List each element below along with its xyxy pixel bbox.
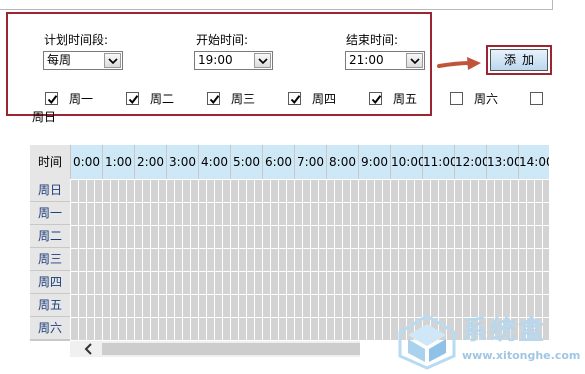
- hour-header: 5:00: [231, 145, 262, 179]
- end-time-value: 21:00: [349, 53, 384, 67]
- hour-header: 14:00: [519, 145, 549, 179]
- arrow-right-icon: [437, 57, 481, 70]
- grid-row-label: 周日: [30, 179, 70, 201]
- checkbox-box[interactable]: [45, 92, 58, 105]
- hour-header: 4:00: [199, 145, 230, 179]
- hour-header: 1:00: [103, 145, 134, 179]
- grid-row-label: 周一: [30, 202, 70, 224]
- hour-header: 10:00: [391, 145, 426, 179]
- hour-header: 9:00: [359, 145, 390, 179]
- grid-row-label: 周四: [30, 271, 70, 293]
- hour-header: 12:00: [455, 145, 490, 179]
- day-label: 周二: [150, 92, 175, 106]
- scrollbar-thumb[interactable]: [102, 343, 360, 355]
- hour-header: 0:00: [71, 145, 102, 179]
- start-time-label: 开始时间:: [196, 33, 249, 47]
- chevron-down-icon: [258, 58, 268, 65]
- add-button[interactable]: 添加: [490, 49, 548, 71]
- checkbox-box[interactable]: [207, 92, 220, 105]
- hour-header: 8:00: [327, 145, 358, 179]
- watermark-url: www.xitonghe.com: [462, 349, 581, 362]
- end-time-dropdown-button[interactable]: [406, 53, 423, 68]
- grid-row-label: 周二: [30, 225, 70, 247]
- checkbox-box[interactable]: [126, 92, 139, 105]
- watermark: 系统盒 www.xitonghe.com: [396, 312, 581, 372]
- day-label-sun: 周日: [32, 110, 57, 124]
- hour-header: 13:00: [487, 145, 522, 179]
- period-select-value: 每周: [47, 53, 72, 67]
- top-divider: [0, 0, 553, 10]
- end-time-select[interactable]: 21:00: [345, 51, 425, 70]
- start-time-select[interactable]: 19:00: [194, 51, 273, 70]
- checkbox-box[interactable]: [450, 92, 463, 105]
- checkbox-box[interactable]: [288, 92, 301, 105]
- checkmark-icon: [47, 95, 58, 105]
- hour-header: 7:00: [295, 145, 326, 179]
- period-select[interactable]: 每周: [43, 51, 123, 70]
- checkmark-icon: [371, 95, 382, 105]
- watermark-logo-icon: [398, 314, 456, 370]
- start-time-value: 19:00: [198, 53, 233, 67]
- period-label: 计划时间段:: [44, 33, 109, 47]
- grid-header-row: 时间 0:00 1:00 2:00 3:00 4:00 5:00 6:00 7:…: [30, 145, 549, 179]
- watermark-title: 系统盒: [462, 316, 547, 346]
- chevron-down-icon: [108, 58, 118, 65]
- horizontal-scrollbar[interactable]: [70, 341, 360, 357]
- chevron-down-icon: [410, 58, 420, 65]
- hour-header: 2:00: [135, 145, 166, 179]
- end-time-label: 结束时间:: [346, 33, 399, 47]
- checkmark-icon: [209, 95, 220, 105]
- period-dropdown-button[interactable]: [104, 53, 121, 68]
- hour-header: 3:00: [167, 145, 198, 179]
- day-label: 周一: [69, 92, 94, 106]
- grid-row-label: 周五: [30, 294, 70, 316]
- day-label: 周五: [393, 92, 418, 106]
- chevron-left-icon[interactable]: [84, 343, 94, 355]
- checkbox-box[interactable]: [369, 92, 382, 105]
- hour-header: 11:00: [423, 145, 458, 179]
- day-label: 周四: [312, 92, 337, 106]
- checkbox-box[interactable]: [530, 92, 543, 105]
- start-time-dropdown-button[interactable]: [254, 53, 271, 68]
- checkmark-icon: [290, 95, 301, 105]
- hour-header: 6:00: [263, 145, 294, 179]
- grid-corner-label: 时间: [30, 145, 70, 179]
- day-label: 周三: [231, 92, 256, 106]
- checkmark-icon: [128, 95, 139, 105]
- grid-row-label: 周六: [30, 317, 70, 339]
- day-checkbox-sun[interactable]: [530, 91, 544, 107]
- day-label: 周六: [474, 92, 499, 106]
- grid-row-label: 周三: [30, 248, 70, 270]
